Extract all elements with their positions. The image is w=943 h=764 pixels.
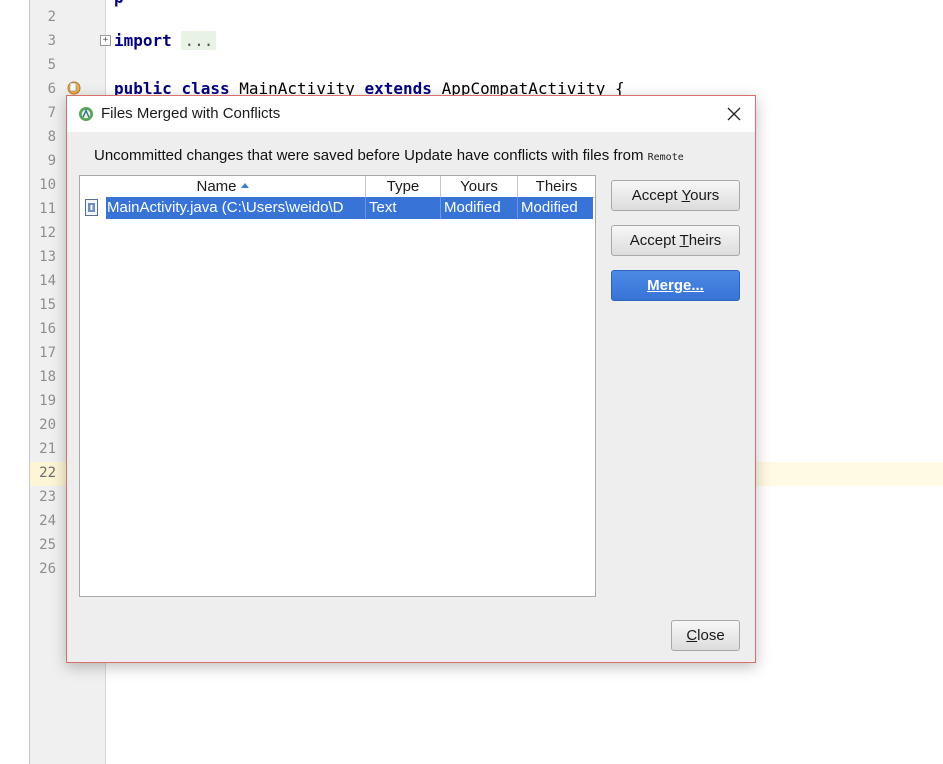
accept-yours-button[interactable]: Accept Yours: [611, 180, 740, 211]
line-number: 23: [39, 489, 56, 505]
close-icon[interactable]: [719, 100, 749, 128]
line-number: 9: [47, 153, 56, 169]
accept-theirs-button[interactable]: Accept Theirs: [611, 225, 740, 256]
run-gutter-icon[interactable]: [66, 80, 82, 96]
line-number: 12: [39, 225, 56, 241]
cell-type: Text: [366, 197, 441, 219]
dialog-title: Files Merged with Conflicts: [101, 105, 281, 122]
remote-label: Remote: [647, 152, 684, 163]
line-number: 20: [39, 417, 56, 433]
android-studio-icon: [79, 107, 93, 121]
cell-name: MainActivity.java (C:\Users\weido\D: [106, 197, 366, 219]
line-number: 14: [39, 273, 56, 289]
conflict-message: Uncommitted changes that were saved befo…: [94, 147, 684, 164]
line-number: 16: [39, 321, 56, 337]
line-number-active: 22: [39, 465, 56, 481]
line-number: 6: [47, 81, 56, 97]
line-number: 26: [39, 561, 56, 577]
line-number: 25: [39, 537, 56, 553]
cell-yours: Modified: [441, 197, 518, 219]
code-line-package: p: [114, 0, 124, 10]
line-number: 13: [39, 249, 56, 265]
line-number: 21: [39, 441, 56, 457]
line-number: 24: [39, 513, 56, 529]
line-number: 8: [47, 129, 56, 145]
line-number: 3: [47, 33, 56, 49]
cell-theirs: Modified: [518, 197, 593, 219]
table-header: Name Type Yours Theirs: [80, 176, 595, 198]
files-merged-dialog: Files Merged with Conflicts Uncommitted …: [66, 95, 756, 663]
line-number: 5: [47, 57, 56, 73]
file-icon-cell: [80, 197, 106, 219]
column-header-type[interactable]: Type: [366, 176, 441, 197]
line-number: 7: [47, 105, 56, 121]
dialog-titlebar[interactable]: Files Merged with Conflicts: [67, 96, 755, 132]
close-button[interactable]: Close: [671, 620, 740, 651]
line-number: 15: [39, 297, 56, 313]
conflict-files-table[interactable]: Name Type Yours Theirs MainActivity.java…: [79, 175, 596, 597]
left-tool-strip: [0, 0, 30, 764]
table-row[interactable]: MainActivity.java (C:\Users\weido\D Text…: [80, 197, 595, 219]
fold-expand-icon[interactable]: +: [100, 35, 111, 46]
line-number: 17: [39, 345, 56, 361]
code-line-import: import ...: [114, 29, 217, 53]
line-number: 19: [39, 393, 56, 409]
column-header-theirs[interactable]: Theirs: [518, 176, 595, 197]
merge-button[interactable]: Merge...: [611, 270, 740, 301]
line-number: 18: [39, 369, 56, 385]
sort-ascending-icon: [240, 182, 249, 188]
column-header-name[interactable]: Name: [80, 176, 366, 197]
line-number: 10: [39, 177, 56, 193]
line-number: 11: [39, 201, 56, 217]
folded-region[interactable]: ...: [181, 31, 217, 50]
line-number: 2: [47, 9, 56, 25]
column-header-yours[interactable]: Yours: [441, 176, 518, 197]
java-file-icon: [85, 199, 98, 216]
